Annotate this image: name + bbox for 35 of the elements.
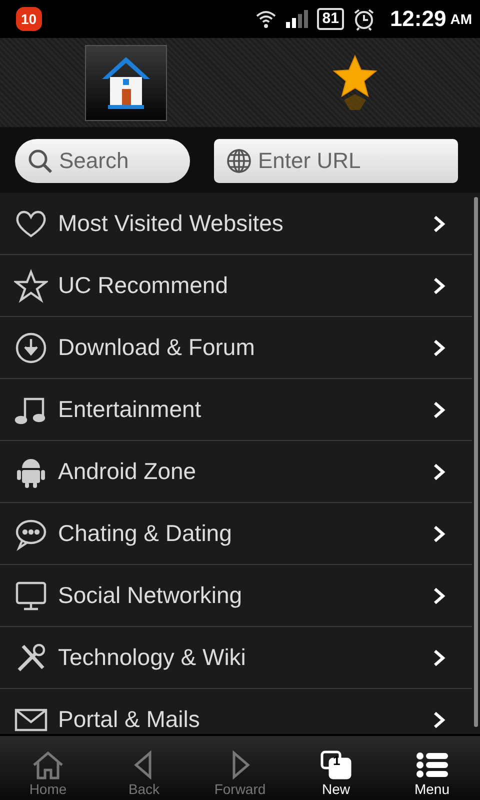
chevron-icon — [432, 214, 446, 234]
download-icon — [14, 330, 48, 364]
clock-meridiem: AM — [450, 11, 472, 27]
clock-time: 12:29 — [390, 6, 446, 32]
tabs-button[interactable]: 1 New — [288, 736, 384, 800]
chevron-icon — [432, 586, 446, 606]
wifi-icon — [255, 9, 278, 29]
search-field[interactable]: Search — [15, 139, 190, 183]
chevron-icon — [432, 338, 446, 358]
chevron-icon — [432, 462, 446, 482]
chevron-icon — [432, 400, 446, 420]
category-item[interactable]: Entertainment — [0, 379, 472, 441]
chevron-icon — [432, 710, 446, 730]
signal-icon — [285, 9, 310, 29]
battery-indicator: 81 — [317, 8, 344, 30]
tab-count: 1 — [333, 753, 340, 768]
notification-badge: 10 — [16, 7, 42, 31]
category-item[interactable]: Android Zone — [0, 441, 472, 503]
star-icon — [14, 268, 48, 302]
category-item[interactable]: Technology & Wiki — [0, 627, 472, 689]
globe-icon — [226, 148, 252, 174]
url-field[interactable]: Enter URL — [214, 139, 458, 183]
category-item[interactable]: Social Networking — [0, 565, 472, 627]
category-item[interactable]: Download & Forum — [0, 317, 472, 379]
chevron-icon — [432, 648, 446, 668]
alarm-icon — [352, 7, 376, 31]
category-item[interactable]: Chating & Dating — [0, 503, 472, 565]
category-item[interactable]: Most Visited Websites — [0, 193, 472, 255]
search-icon — [27, 148, 53, 174]
chevron-icon — [432, 276, 446, 296]
windows-icon — [318, 749, 354, 781]
menu-button[interactable]: Menu — [384, 736, 480, 800]
home-tab[interactable] — [85, 44, 167, 120]
category-item[interactable]: UC Recommend — [0, 255, 472, 317]
chevron-icon — [432, 524, 446, 544]
